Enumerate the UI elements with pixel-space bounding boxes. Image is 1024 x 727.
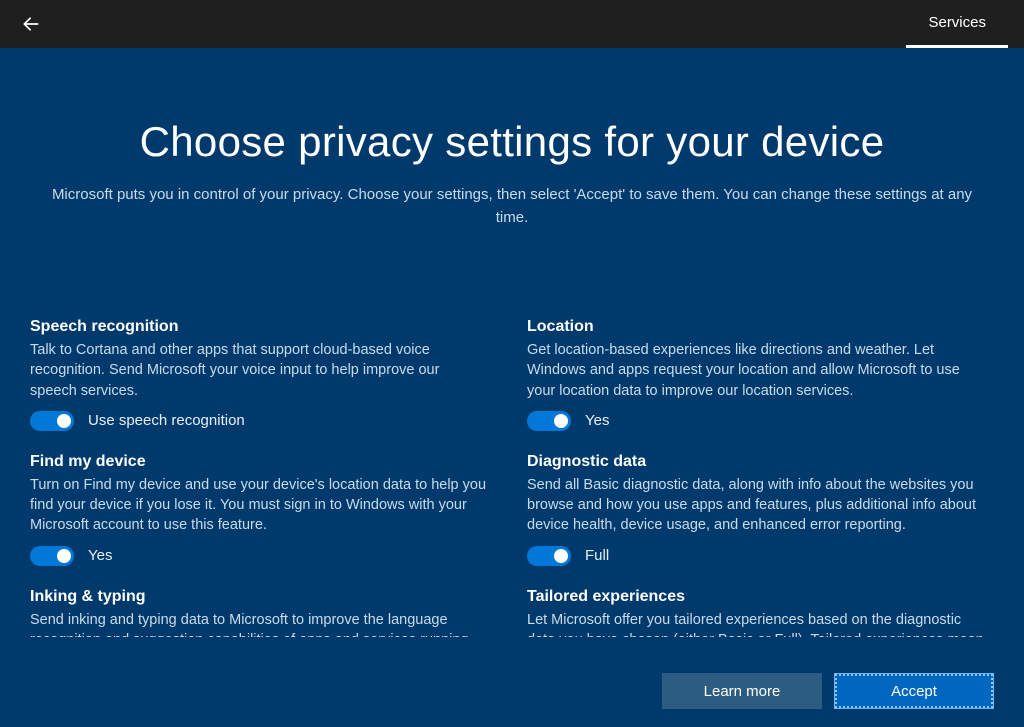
toggle-speech[interactable] (30, 411, 74, 431)
setting-description: Send all Basic diagnostic data, along wi… (527, 475, 984, 536)
setting-description: Let Microsoft offer you tailored experie… (527, 610, 984, 637)
toggle-label: Yes (88, 547, 112, 564)
setting-title: Diagnostic data (527, 453, 984, 471)
back-button[interactable] (20, 13, 42, 35)
learn-more-button[interactable]: Learn more (662, 673, 822, 709)
page-subtitle: Microsoft puts you in control of your pr… (42, 184, 982, 229)
setting-description: Get location-based experiences like dire… (527, 340, 984, 401)
setting-title: Speech recognition (30, 318, 487, 336)
toggle-diagnostic-data[interactable] (527, 546, 571, 566)
toggle-label: Yes (585, 412, 609, 429)
setting-description: Turn on Find my device and use your devi… (30, 475, 487, 536)
toggle-location[interactable] (527, 411, 571, 431)
setting-tailored-experiences: Tailored experiences Let Microsoft offer… (527, 588, 984, 637)
setting-title: Location (527, 318, 984, 336)
setting-location: Location Get location-based experiences … (527, 318, 984, 431)
toggle-label: Full (585, 547, 609, 564)
setting-speech: Speech recognition Talk to Cortana and o… (30, 318, 487, 431)
setting-inking-typing: Inking & typing Send inking and typing d… (30, 588, 487, 637)
setting-find-my-device: Find my device Turn on Find my device an… (30, 453, 487, 566)
setting-description: Talk to Cortana and other apps that supp… (30, 340, 487, 401)
footer-buttons: Learn more Accept (662, 673, 994, 709)
settings-column-right: Location Get location-based experiences … (527, 318, 984, 637)
toggle-find-my-device[interactable] (30, 546, 74, 566)
tab-services[interactable]: Services (906, 0, 1008, 48)
settings-column-left: Speech recognition Talk to Cortana and o… (30, 318, 487, 637)
setting-title: Tailored experiences (527, 588, 984, 606)
setting-diagnostic-data: Diagnostic data Send all Basic diagnosti… (527, 453, 984, 566)
top-bar: Services (0, 0, 1024, 48)
tab-bar: Services (906, 0, 1008, 48)
setting-title: Find my device (30, 453, 487, 471)
toggle-label: Use speech recognition (88, 412, 245, 429)
settings-scroll-area[interactable]: Speech recognition Talk to Cortana and o… (30, 318, 994, 637)
setting-description: Send inking and typing data to Microsoft… (30, 610, 487, 637)
page-title: Choose privacy settings for your device (0, 118, 1024, 166)
accept-button[interactable]: Accept (834, 673, 994, 709)
main-panel: Choose privacy settings for your device … (0, 48, 1024, 727)
setting-title: Inking & typing (30, 588, 487, 606)
